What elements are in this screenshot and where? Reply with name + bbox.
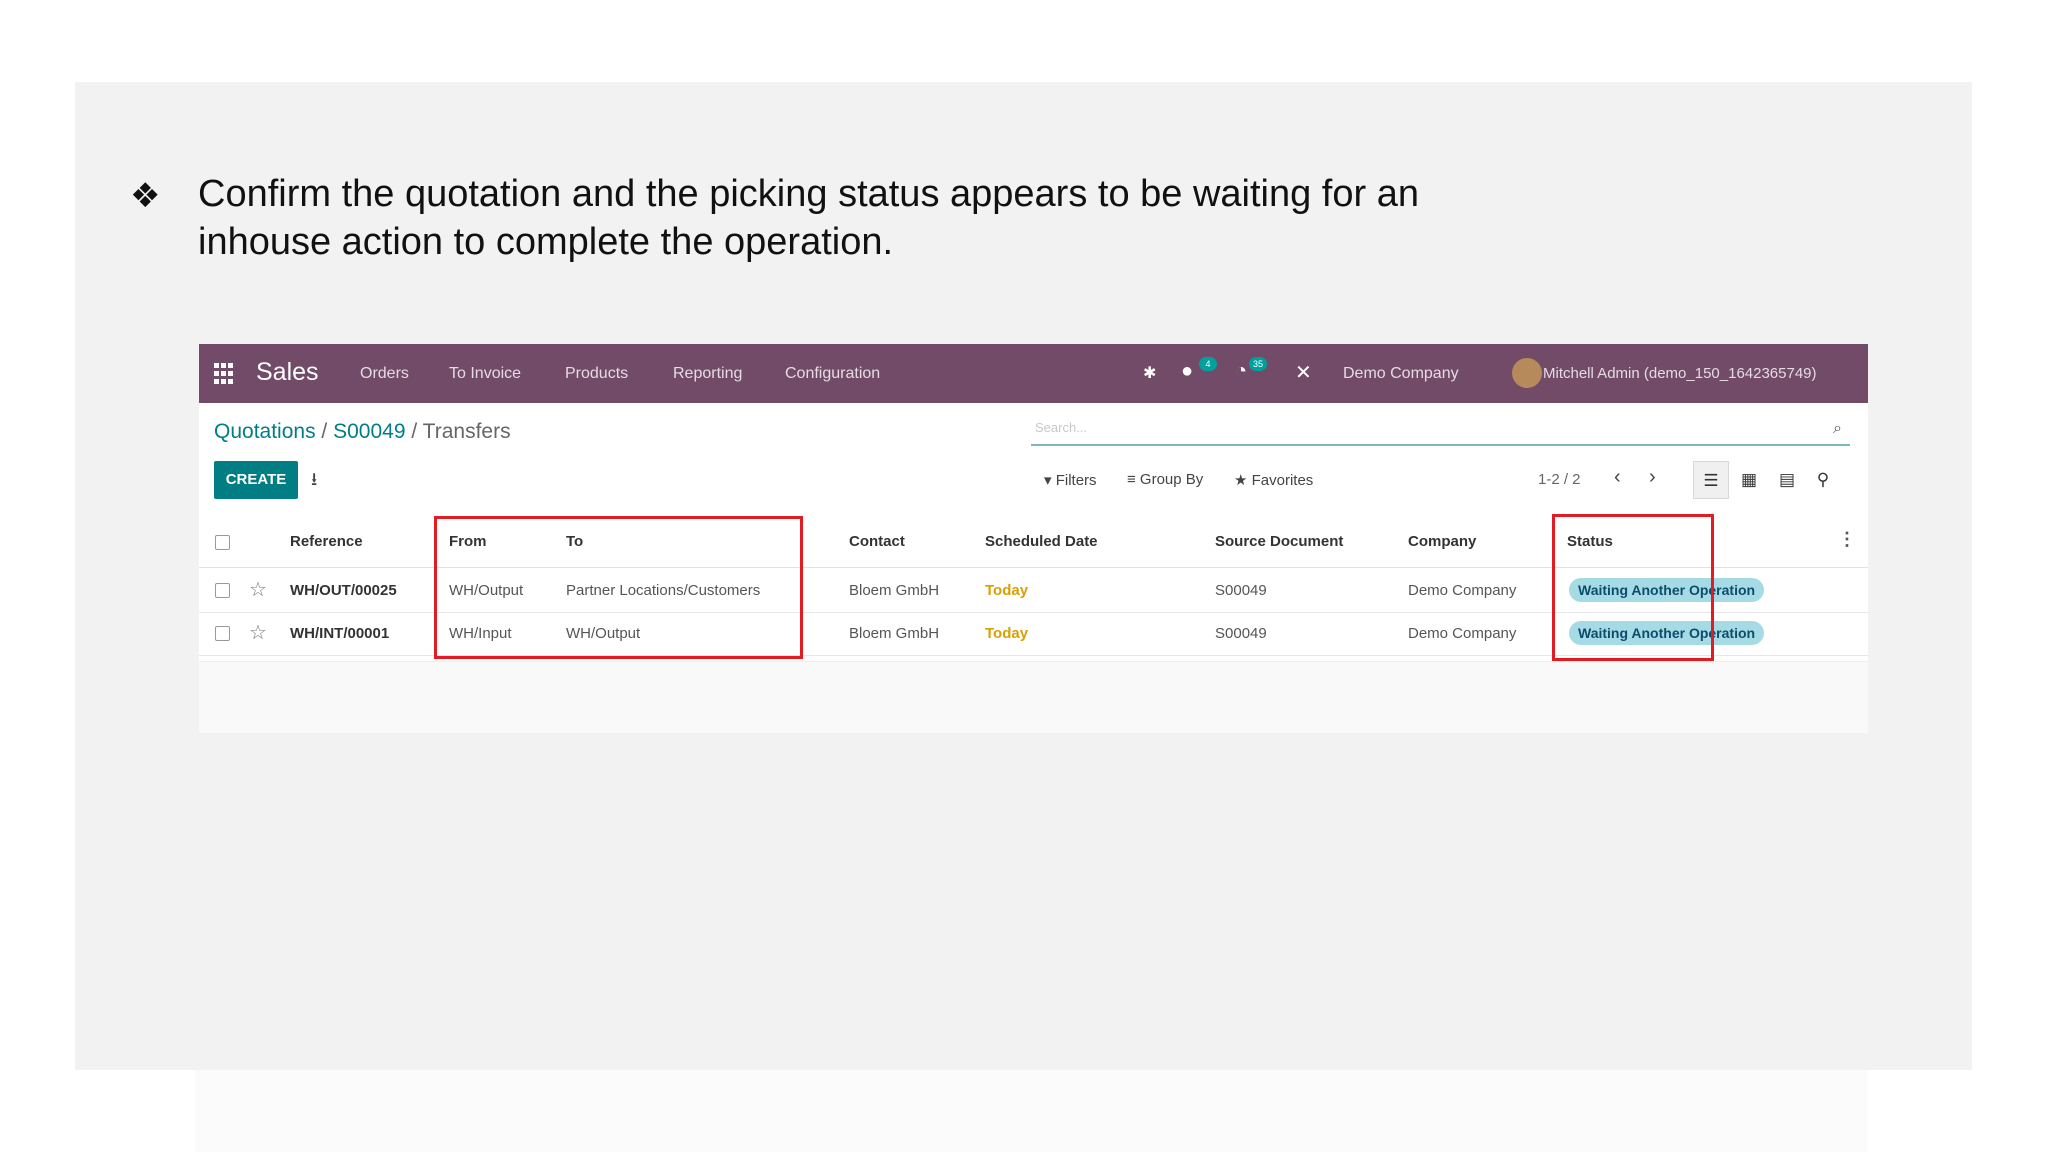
column-scheduled-date[interactable]: Scheduled Date	[985, 533, 1098, 550]
menu-to-invoice[interactable]: To Invoice	[449, 365, 521, 383]
cell-company: Demo Company	[1408, 625, 1517, 642]
cell-scheduled-date: Today	[985, 625, 1029, 642]
menu-products[interactable]: Products	[565, 365, 628, 383]
breadcrumb: Quotations / S00049 / Transfers	[214, 420, 511, 444]
breadcrumb-separator: /	[411, 420, 418, 443]
breadcrumb-separator: /	[321, 420, 328, 443]
cell-company: Demo Company	[1408, 582, 1517, 599]
tools-icon[interactable]: ✕	[1295, 360, 1312, 385]
download-icon[interactable]: ⭳	[311, 467, 317, 497]
optional-columns-icon[interactable]: ⋮	[1838, 529, 1856, 550]
search-icon[interactable]: ⌕	[1833, 420, 1842, 438]
cell-source-document: S00049	[1215, 625, 1267, 642]
highlight-box-locations	[434, 516, 803, 659]
filters-label: Filters	[1055, 472, 1097, 489]
breadcrumb-quotations[interactable]: Quotations	[214, 420, 316, 443]
cell-reference: WH/INT/00001	[290, 625, 390, 642]
table-empty-area	[199, 661, 1868, 733]
search-input[interactable]: Search...	[1035, 420, 1087, 435]
slide-bottom-strip	[195, 1070, 1867, 1152]
calendar-view-icon[interactable]: ▤	[1769, 461, 1805, 499]
search-bar[interactable]: Search... ⌕	[1031, 414, 1850, 446]
user-avatar[interactable]	[1512, 358, 1542, 388]
kanban-view-icon[interactable]: ▦	[1731, 461, 1767, 499]
messages-count-badge: 4	[1199, 357, 1217, 371]
messages-icon[interactable]: ●	[1181, 360, 1193, 383]
filters-button[interactable]: ▾ Filters	[1044, 471, 1097, 489]
odoo-screenshot: Sales Orders To Invoice Products Reporti…	[199, 344, 1868, 733]
activities-icon[interactable]: ◔	[1235, 360, 1247, 383]
menu-configuration[interactable]: Configuration	[785, 365, 880, 383]
star-icon[interactable]: ☆	[249, 620, 267, 645]
bug-icon[interactable]: ✱	[1143, 363, 1156, 383]
cell-contact: Bloem GmbH	[849, 582, 940, 599]
menu-reporting[interactable]: Reporting	[673, 365, 742, 383]
highlight-box-status	[1552, 514, 1714, 661]
column-contact[interactable]: Contact	[849, 533, 905, 550]
row-checkbox[interactable]	[215, 583, 230, 598]
cell-scheduled-date: Today	[985, 582, 1029, 599]
apps-menu-icon[interactable]	[214, 363, 236, 385]
select-all-checkbox[interactable]	[215, 535, 230, 550]
favorites-label: Favorites	[1251, 472, 1314, 489]
pager-previous-icon[interactable]: ‹	[1614, 466, 1621, 489]
app-name[interactable]: Sales	[256, 358, 319, 387]
activities-count-badge: 35	[1249, 357, 1267, 371]
company-switcher[interactable]: Demo Company	[1343, 365, 1459, 383]
pager-next-icon[interactable]: ›	[1649, 466, 1656, 489]
map-view-icon[interactable]: ⚲	[1805, 461, 1841, 499]
list-view-icon[interactable]: ☰	[1693, 461, 1729, 499]
bullet-point: ❖ Confirm the quotation and the picking …	[130, 170, 1550, 266]
bullet-icon: ❖	[130, 176, 161, 216]
cell-contact: Bloem GmbH	[849, 625, 940, 642]
cell-reference: WH/OUT/00025	[290, 582, 397, 599]
user-menu[interactable]: Mitchell Admin (demo_150_1642365749)	[1543, 365, 1817, 382]
breadcrumb-order[interactable]: S00049	[333, 420, 405, 443]
group-by-label: Group By	[1139, 471, 1204, 488]
create-button[interactable]: CREATE	[214, 461, 298, 499]
row-checkbox[interactable]	[215, 626, 230, 641]
pager-value[interactable]: 1-2 / 2	[1538, 471, 1581, 488]
menu-orders[interactable]: Orders	[360, 365, 409, 383]
group-by-button[interactable]: ≡ Group By	[1127, 471, 1203, 488]
column-company[interactable]: Company	[1408, 533, 1476, 550]
column-source-document[interactable]: Source Document	[1215, 533, 1343, 550]
breadcrumb-current: Transfers	[422, 420, 511, 443]
column-reference[interactable]: Reference	[290, 533, 363, 550]
top-navbar: Sales Orders To Invoice Products Reporti…	[199, 344, 1868, 403]
cell-source-document: S00049	[1215, 582, 1267, 599]
bullet-text: Confirm the quotation and the picking st…	[198, 173, 1419, 263]
star-icon[interactable]: ☆	[249, 577, 267, 602]
favorites-button[interactable]: ★ Favorites	[1234, 471, 1313, 489]
